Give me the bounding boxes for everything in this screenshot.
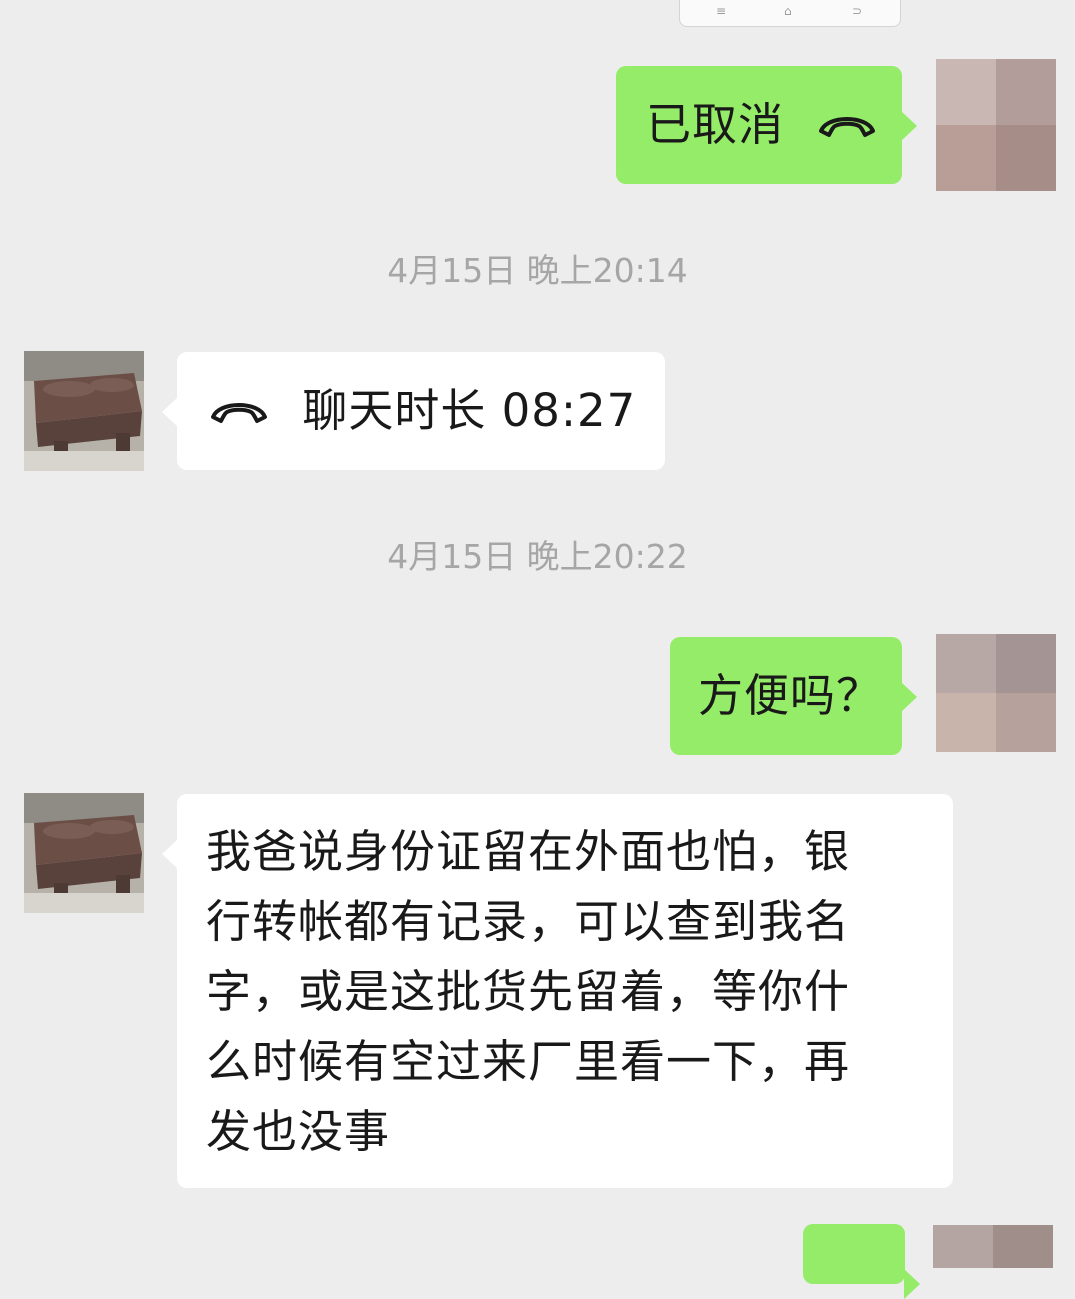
message-line: 字，或是这批货先留着，等你什 [206,965,851,1018]
call-duration-text: 聊天时长 08:27 [302,384,637,437]
message-bubble-text-partial[interactable] [803,1224,920,1299]
message-bubble-call-duration[interactable]: 聊天时长 08:27 [162,352,665,470]
message-line: 行转帐都有记录，可以查到我名 [206,895,851,948]
back-icon[interactable]: ⊃ [852,5,862,17]
contact-avatar[interactable] [24,793,144,913]
floating-toolbar: ≡ ⌂ ⊃ [679,0,901,27]
message-line: 发也没事 [206,1105,391,1158]
timestamp: 4月15日 晚上20:22 [387,537,688,576]
contact-avatar[interactable] [24,351,144,471]
phone-hangup-icon [819,117,876,137]
phone-hangup-icon [211,403,267,423]
message-text: 方便吗？ [698,669,883,722]
message-line: 么时候有空过来厂里看一下，再 [206,1035,851,1088]
self-avatar[interactable] [936,634,1056,752]
call-status-text: 已取消 [646,98,785,151]
message-line: 我爸说身份证留在外面也怕，银 [206,825,851,878]
home-icon[interactable]: ⌂ [784,5,792,17]
self-avatar[interactable] [936,59,1056,191]
stone-sink-photo [24,793,144,913]
message-bubble-text[interactable]: 方便吗？ [670,637,917,755]
stone-sink-photo [24,351,144,471]
menu-icon[interactable]: ≡ [716,5,726,17]
message-bubble-call-cancelled[interactable]: 已取消 [616,66,917,184]
message-bubble-text[interactable]: 我爸说身份证留在外面也怕，银 行转帐都有记录，可以查到我名 字，或是这批货先留着… [162,794,953,1188]
self-avatar[interactable] [933,1225,1053,1268]
timestamp: 4月15日 晚上20:14 [387,251,688,290]
